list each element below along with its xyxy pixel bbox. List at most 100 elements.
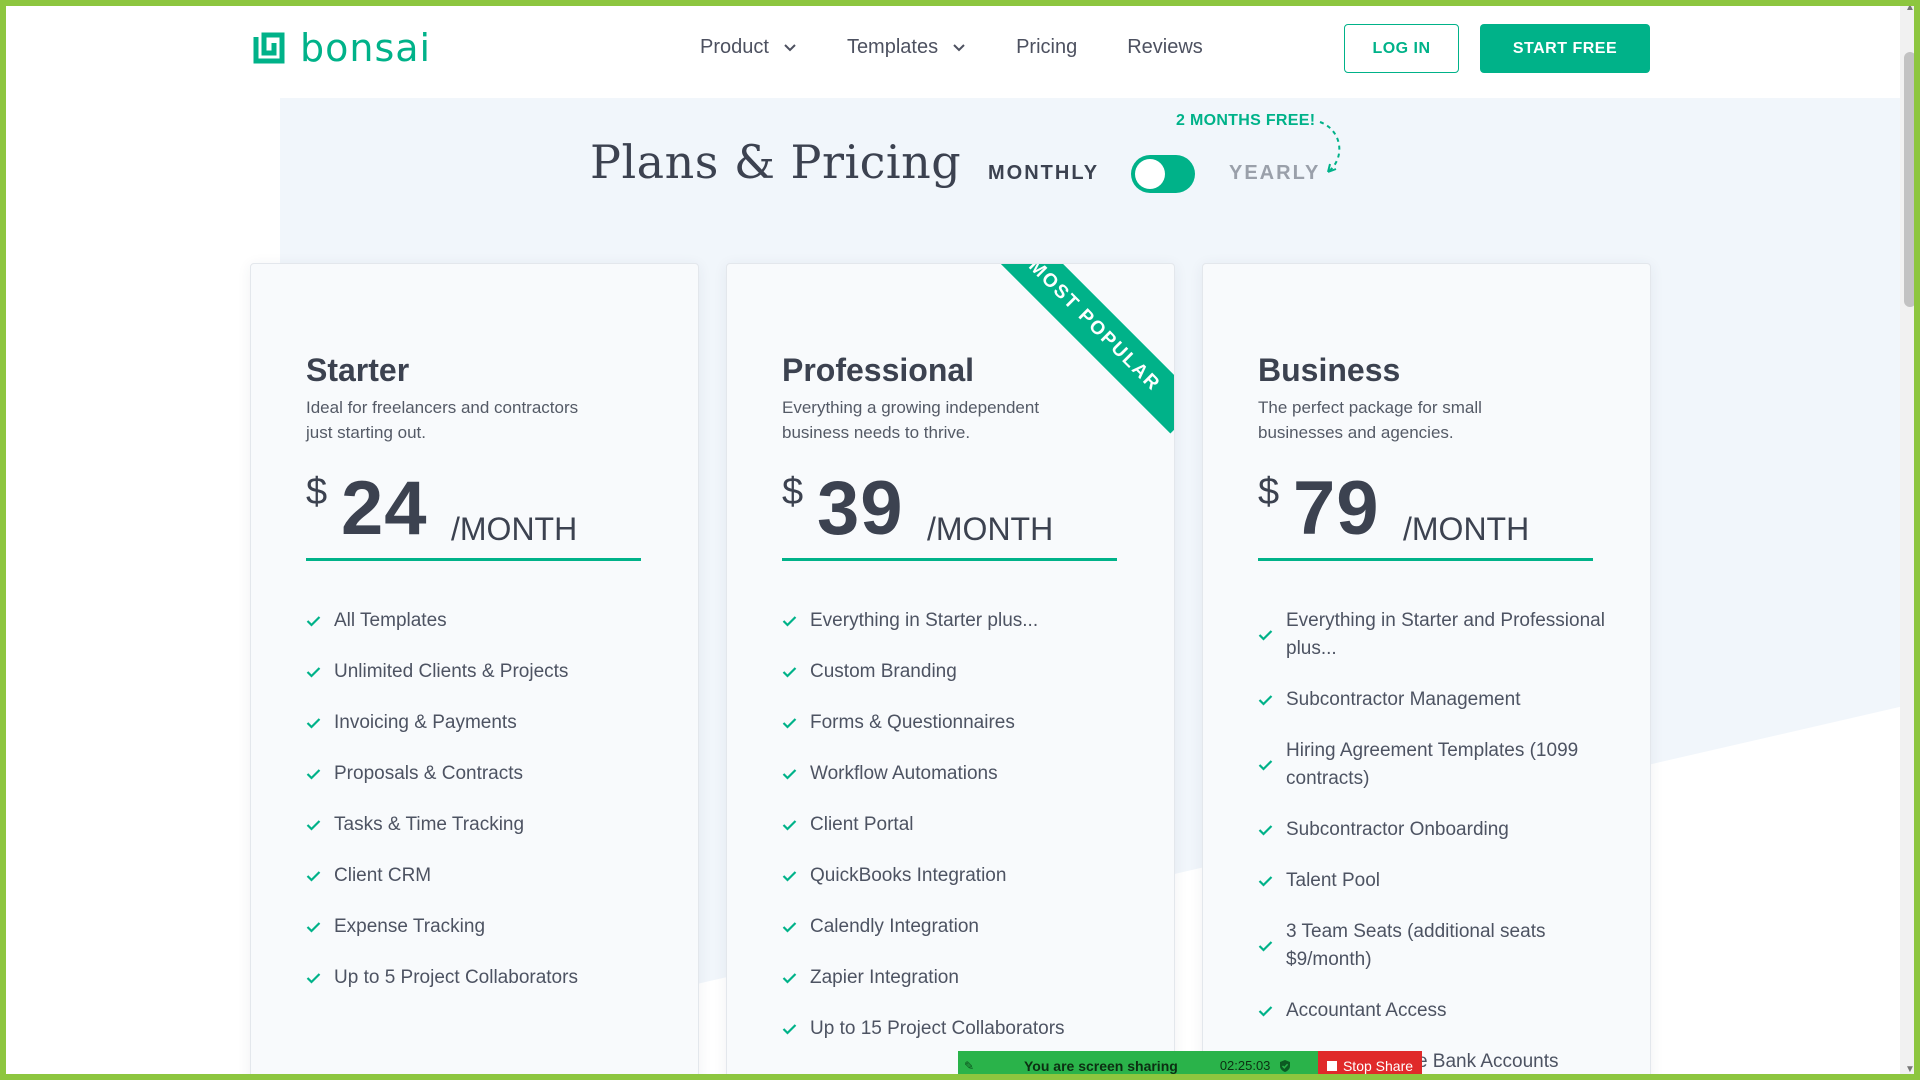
check-icon [782, 769, 797, 780]
bonsai-logo-icon [253, 32, 285, 64]
check-icon [306, 973, 321, 984]
nav-templates[interactable]: Templates [847, 36, 966, 59]
price-amount: 24 [341, 466, 428, 551]
check-icon [782, 1024, 797, 1035]
stop-share-button[interactable]: Stop Share [1318, 1051, 1422, 1080]
check-icon [306, 820, 321, 831]
check-icon [306, 769, 321, 780]
feature-text: Forms & Questionnaires [810, 712, 1015, 733]
feature-text: 3 Team Seats (additional seats $9/month) [1286, 921, 1546, 970]
feature-item: Unlimited Clients & Projects [306, 658, 656, 686]
feature-text: Hiring Agreement Templates (1099 contrac… [1286, 740, 1579, 789]
scroll-down-arrow-icon[interactable]: ▼ [1904, 1064, 1916, 1076]
feature-list: Everything in Starter and Professional p… [1258, 607, 1608, 1080]
share-grip-icon[interactable]: ✎ [958, 1051, 980, 1080]
price-period: /MONTH [451, 511, 578, 547]
logo-text: bonsai [300, 26, 432, 70]
start-free-button[interactable]: START FREE [1480, 24, 1650, 73]
feature-item: Everything in Starter plus... [782, 607, 1132, 635]
feature-item: Calendly Integration [782, 913, 1132, 941]
check-icon [1258, 825, 1273, 836]
scrollbar-thumb[interactable] [1904, 52, 1916, 307]
check-icon [782, 973, 797, 984]
price-currency: $ [1258, 471, 1280, 513]
chevron-down-icon [784, 43, 796, 51]
feature-text: Everything in Starter plus... [810, 610, 1039, 631]
share-status-text: You are screen sharing [1024, 1057, 1178, 1074]
feature-item: Client CRM [306, 862, 656, 890]
price-period: /MONTH [1403, 511, 1530, 547]
feature-text: Calendly Integration [810, 916, 979, 937]
nav-pricing[interactable]: Pricing [1016, 36, 1077, 59]
promo-note: 2 MONTHS FREE! [1176, 112, 1316, 129]
feature-item: Proposals & Contracts [306, 760, 656, 788]
stop-icon [1326, 1060, 1337, 1071]
top-navigation: bonsai Product Templates Pricing Reviews… [0, 0, 1900, 98]
check-icon [782, 667, 797, 678]
check-icon [1258, 876, 1273, 887]
feature-text: Invoicing & Payments [334, 712, 517, 733]
feature-text: Workflow Automations [810, 763, 998, 784]
price-period: /MONTH [927, 511, 1054, 547]
plan-description: Ideal for freelancers and contractors ju… [306, 398, 579, 442]
check-icon [1258, 1006, 1273, 1017]
plan-price: $ 79 /MONTH [1258, 466, 1593, 561]
check-icon [1258, 941, 1273, 952]
plan-description: The perfect package for small businesses… [1258, 398, 1482, 442]
feature-text: Zapier Integration [810, 967, 959, 988]
feature-item: Up to 5 Project Collaborators [306, 964, 656, 992]
billing-yearly-label[interactable]: YEARLY [1229, 162, 1320, 185]
stop-share-label: Stop Share [1342, 1057, 1414, 1074]
check-icon [306, 922, 321, 933]
feature-item: Hiring Agreement Templates (1099 contrac… [1258, 737, 1608, 793]
price-amount: 79 [1293, 466, 1380, 551]
billing-monthly-label[interactable]: MONTHLY [988, 162, 1099, 185]
feature-text: Accountant Access [1286, 1000, 1447, 1021]
feature-text: QuickBooks Integration [810, 865, 1007, 886]
check-icon [306, 718, 321, 729]
feature-text: Proposals & Contracts [334, 763, 524, 784]
curved-arrow-icon [1319, 121, 1341, 173]
scroll-up-arrow-icon[interactable]: ▲ [1904, 2, 1916, 14]
billing-toggle[interactable] [1131, 155, 1195, 193]
login-button[interactable]: LOG IN [1344, 24, 1459, 73]
plan-description: Everything a growing independent busines… [782, 398, 1040, 442]
feature-text: Subcontractor Management [1286, 689, 1521, 710]
shield-check-icon [1280, 1059, 1291, 1072]
feature-item: Forms & Questionnaires [782, 709, 1132, 737]
check-icon [782, 718, 797, 729]
check-icon [782, 616, 797, 627]
feature-item: Subcontractor Onboarding [1258, 816, 1608, 844]
screen-share-bar: ✎ You are screen sharing 02:25:03 [958, 1051, 1318, 1080]
feature-text: Talent Pool [1286, 870, 1381, 891]
check-icon [306, 871, 321, 882]
feature-item: All Templates [306, 607, 656, 635]
check-icon [1258, 695, 1273, 706]
logo[interactable]: bonsai [250, 26, 431, 70]
plan-card-professional: MOST POPULAR Professional Everything a g… [726, 263, 1175, 1080]
feature-list: Everything in Starter plus... Custom Bran… [782, 607, 1132, 1066]
check-icon [1258, 630, 1273, 641]
feature-text: Subcontractor Onboarding [1286, 819, 1509, 840]
feature-item: Talent Pool [1258, 867, 1608, 895]
feature-text: Everything in Starter and Professional p… [1286, 610, 1605, 659]
nav-reviews[interactable]: Reviews [1127, 36, 1203, 59]
feature-text: Custom Branding [810, 661, 957, 682]
price-currency: $ [306, 471, 328, 513]
feature-text: Up to 15 Project Collaborators [810, 1018, 1065, 1039]
check-icon [306, 616, 321, 627]
nav-links: Product Templates Pricing Reviews [700, 36, 1253, 59]
page-scrollbar[interactable]: ▲ ▼ [1900, 0, 1920, 1080]
check-icon [782, 922, 797, 933]
feature-text: Tasks & Time Tracking [334, 814, 525, 835]
nav-product[interactable]: Product [700, 36, 797, 59]
check-icon [782, 871, 797, 882]
feature-item: Workflow Automations [782, 760, 1132, 788]
check-icon [1258, 760, 1273, 771]
plan-name: Starter [306, 352, 410, 388]
nav-reviews-label: Reviews [1127, 36, 1203, 58]
feature-item: Custom Branding [782, 658, 1132, 686]
toggle-knob [1135, 159, 1165, 189]
feature-item: Everything in Starter and Professional p… [1258, 607, 1608, 663]
feature-text: Client Portal [810, 814, 914, 835]
